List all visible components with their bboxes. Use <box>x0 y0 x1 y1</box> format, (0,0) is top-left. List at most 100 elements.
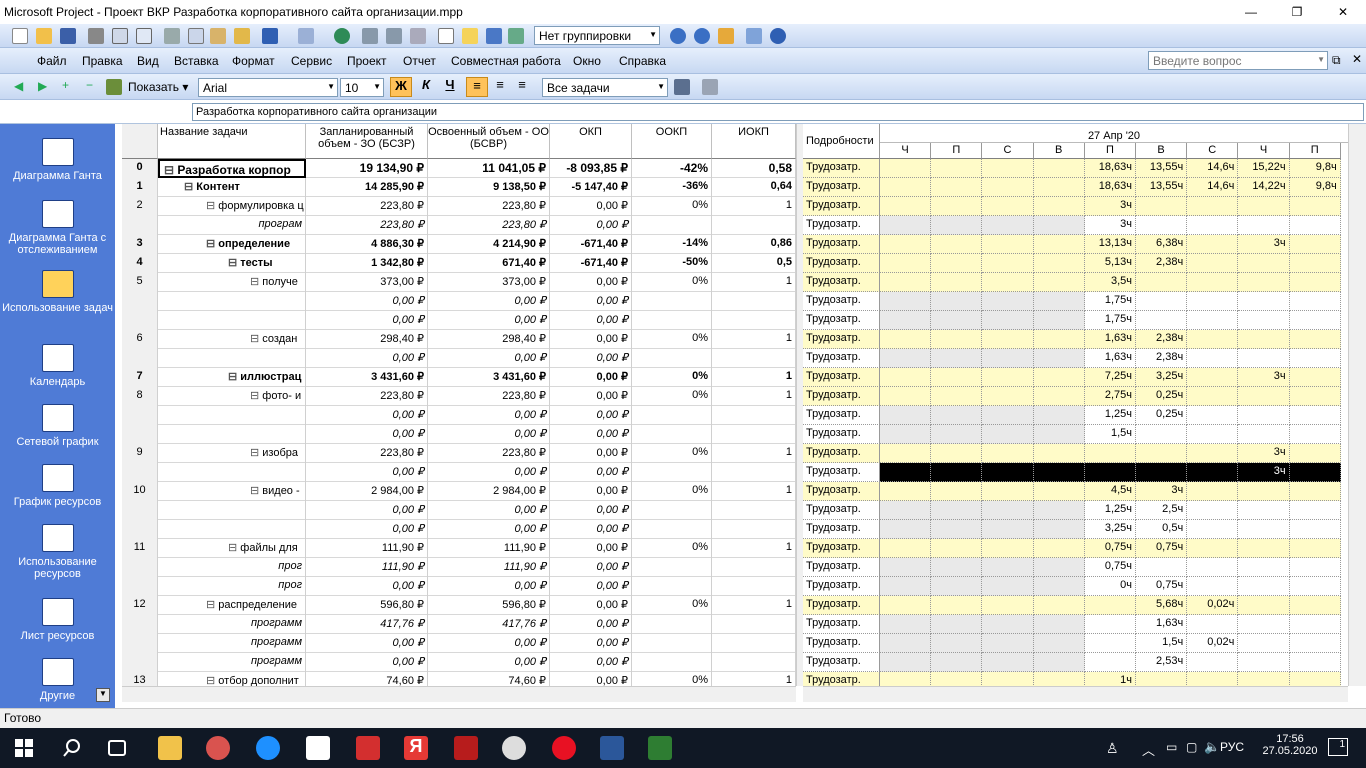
usage-cell[interactable] <box>1238 197 1290 216</box>
network-icon[interactable]: ▢ <box>1186 740 1197 754</box>
detail-label[interactable]: Трудозатр. <box>803 197 880 216</box>
usage-cell[interactable]: 13,13ч <box>1084 235 1136 254</box>
cell-zo[interactable]: 596,80 ₽ <box>306 596 428 615</box>
cell-ookp[interactable]: -14% <box>632 235 712 254</box>
cell-name[interactable] <box>158 292 306 311</box>
usage-cell[interactable] <box>1033 254 1085 273</box>
cell-name[interactable] <box>158 349 306 368</box>
view-network-diagram[interactable]: Сетевой график <box>0 404 115 448</box>
cell-id[interactable]: 0 <box>122 159 158 178</box>
usage-cell[interactable]: 5,68ч <box>1136 596 1188 615</box>
cell-name[interactable]: прог <box>158 577 306 596</box>
menu-view[interactable]: Вид <box>137 54 159 68</box>
usage-cell[interactable] <box>880 273 932 292</box>
cell-zo[interactable]: 0,00 ₽ <box>306 349 428 368</box>
usage-cell[interactable] <box>931 634 983 653</box>
usage-hscroll[interactable] <box>803 686 1348 702</box>
cell-zo[interactable]: 0,00 ₽ <box>306 292 428 311</box>
cell-name[interactable]: ⊟ создан <box>158 330 306 349</box>
usage-cell[interactable] <box>880 159 932 178</box>
align-left-button[interactable]: ≡ <box>466 77 488 97</box>
detail-label[interactable]: Трудозатр. <box>803 501 880 520</box>
edge-browser-icon[interactable] <box>256 736 280 760</box>
usage-cell[interactable] <box>982 444 1034 463</box>
usage-cell[interactable] <box>1238 311 1290 330</box>
task-view-icon[interactable] <box>108 740 126 756</box>
tray-chevron-icon[interactable]: ︿ <box>1142 740 1155 759</box>
usage-cell[interactable] <box>1033 558 1085 577</box>
usage-cell[interactable] <box>1238 254 1290 273</box>
usage-cell[interactable] <box>1033 539 1085 558</box>
usage-cell[interactable] <box>1033 577 1085 596</box>
cell-okp[interactable]: 0,00 ₽ <box>550 615 632 634</box>
redo-icon[interactable] <box>298 28 314 44</box>
usage-cell[interactable] <box>1033 273 1085 292</box>
usage-cell[interactable]: 0,02ч <box>1187 634 1239 653</box>
ms-project-icon[interactable] <box>648 736 672 760</box>
detail-label[interactable]: Трудозатр. <box>803 349 880 368</box>
usage-cell[interactable] <box>1187 672 1239 686</box>
people-icon[interactable]: ♙ <box>1106 740 1119 757</box>
usage-cell[interactable] <box>1187 216 1239 235</box>
cell-zo[interactable]: 223,80 ₽ <box>306 197 428 216</box>
table-row[interactable]: 0,00 ₽0,00 ₽0,00 ₽ <box>122 501 796 520</box>
usage-cell[interactable]: 0,75ч <box>1136 539 1188 558</box>
hyperlink-globe-icon[interactable] <box>334 28 350 44</box>
cell-okp[interactable]: 0,00 ₽ <box>550 330 632 349</box>
table-row[interactable]: 0,00 ₽0,00 ₽0,00 ₽ <box>122 311 796 330</box>
cell-zo[interactable]: 111,90 ₽ <box>306 558 428 577</box>
usage-cell[interactable] <box>931 463 983 482</box>
cell-oo[interactable]: 417,76 ₽ <box>428 615 550 634</box>
cell-okp[interactable]: 0,00 ₽ <box>550 520 632 539</box>
usage-cell[interactable] <box>880 463 932 482</box>
usage-cell[interactable] <box>880 596 932 615</box>
cell-id[interactable] <box>122 406 158 425</box>
cell-oo[interactable]: 11 041,05 ₽ <box>428 159 550 178</box>
usage-cell[interactable]: 0,5ч <box>1136 520 1188 539</box>
cell-okp[interactable]: -8 093,85 ₽ <box>550 159 632 178</box>
usage-cell[interactable] <box>931 330 983 349</box>
cell-id[interactable]: 1 <box>122 178 158 197</box>
usage-cell[interactable] <box>1033 197 1085 216</box>
usage-cell[interactable]: 18,63ч <box>1084 159 1136 178</box>
usage-cell[interactable] <box>1187 539 1239 558</box>
usage-cell[interactable] <box>931 292 983 311</box>
usage-cell[interactable] <box>1238 653 1290 672</box>
usage-cell[interactable] <box>1136 444 1188 463</box>
usage-cell[interactable] <box>1289 425 1341 444</box>
usage-cell[interactable] <box>1238 482 1290 501</box>
usage-cell[interactable] <box>1238 539 1290 558</box>
usage-cell[interactable] <box>1033 596 1085 615</box>
usage-cell[interactable] <box>1289 463 1341 482</box>
cell-zo[interactable]: 0,00 ₽ <box>306 577 428 596</box>
cell-name[interactable]: ⊟ изобра <box>158 444 306 463</box>
usage-cell[interactable] <box>880 311 932 330</box>
help-icon[interactable] <box>770 28 786 44</box>
usage-cell[interactable]: 3ч <box>1238 463 1290 482</box>
usage-cell[interactable] <box>982 558 1034 577</box>
detail-label[interactable]: Трудозатр. <box>803 539 880 558</box>
usage-cell[interactable] <box>1187 406 1239 425</box>
usage-cell[interactable] <box>1033 406 1085 425</box>
usage-cell[interactable] <box>1136 558 1188 577</box>
cell-okp[interactable]: 0,00 ₽ <box>550 273 632 292</box>
cell-okp[interactable]: 0,00 ₽ <box>550 558 632 577</box>
cell-id[interactable] <box>122 216 158 235</box>
file-explorer-icon[interactable] <box>158 736 182 760</box>
collapse-icon[interactable]: ⊟ <box>206 599 218 611</box>
cell-oo[interactable]: 671,40 ₽ <box>428 254 550 273</box>
split-task-icon[interactable] <box>410 28 426 44</box>
print-preview-icon[interactable] <box>112 28 128 44</box>
usage-cell[interactable] <box>982 349 1034 368</box>
usage-cell[interactable]: 1,25ч <box>1084 406 1136 425</box>
cell-id[interactable] <box>122 615 158 634</box>
usage-cell[interactable] <box>1033 349 1085 368</box>
usage-cell[interactable] <box>1238 672 1290 686</box>
cell-id[interactable] <box>122 311 158 330</box>
usage-cell[interactable] <box>1033 216 1085 235</box>
cell-id[interactable] <box>122 558 158 577</box>
cell-iokp[interactable]: 1 <box>712 596 796 615</box>
cell-iokp[interactable]: 1 <box>712 482 796 501</box>
usage-cell[interactable] <box>1033 501 1085 520</box>
view-resource-usage[interactable]: Использование ресурсов <box>0 524 115 580</box>
